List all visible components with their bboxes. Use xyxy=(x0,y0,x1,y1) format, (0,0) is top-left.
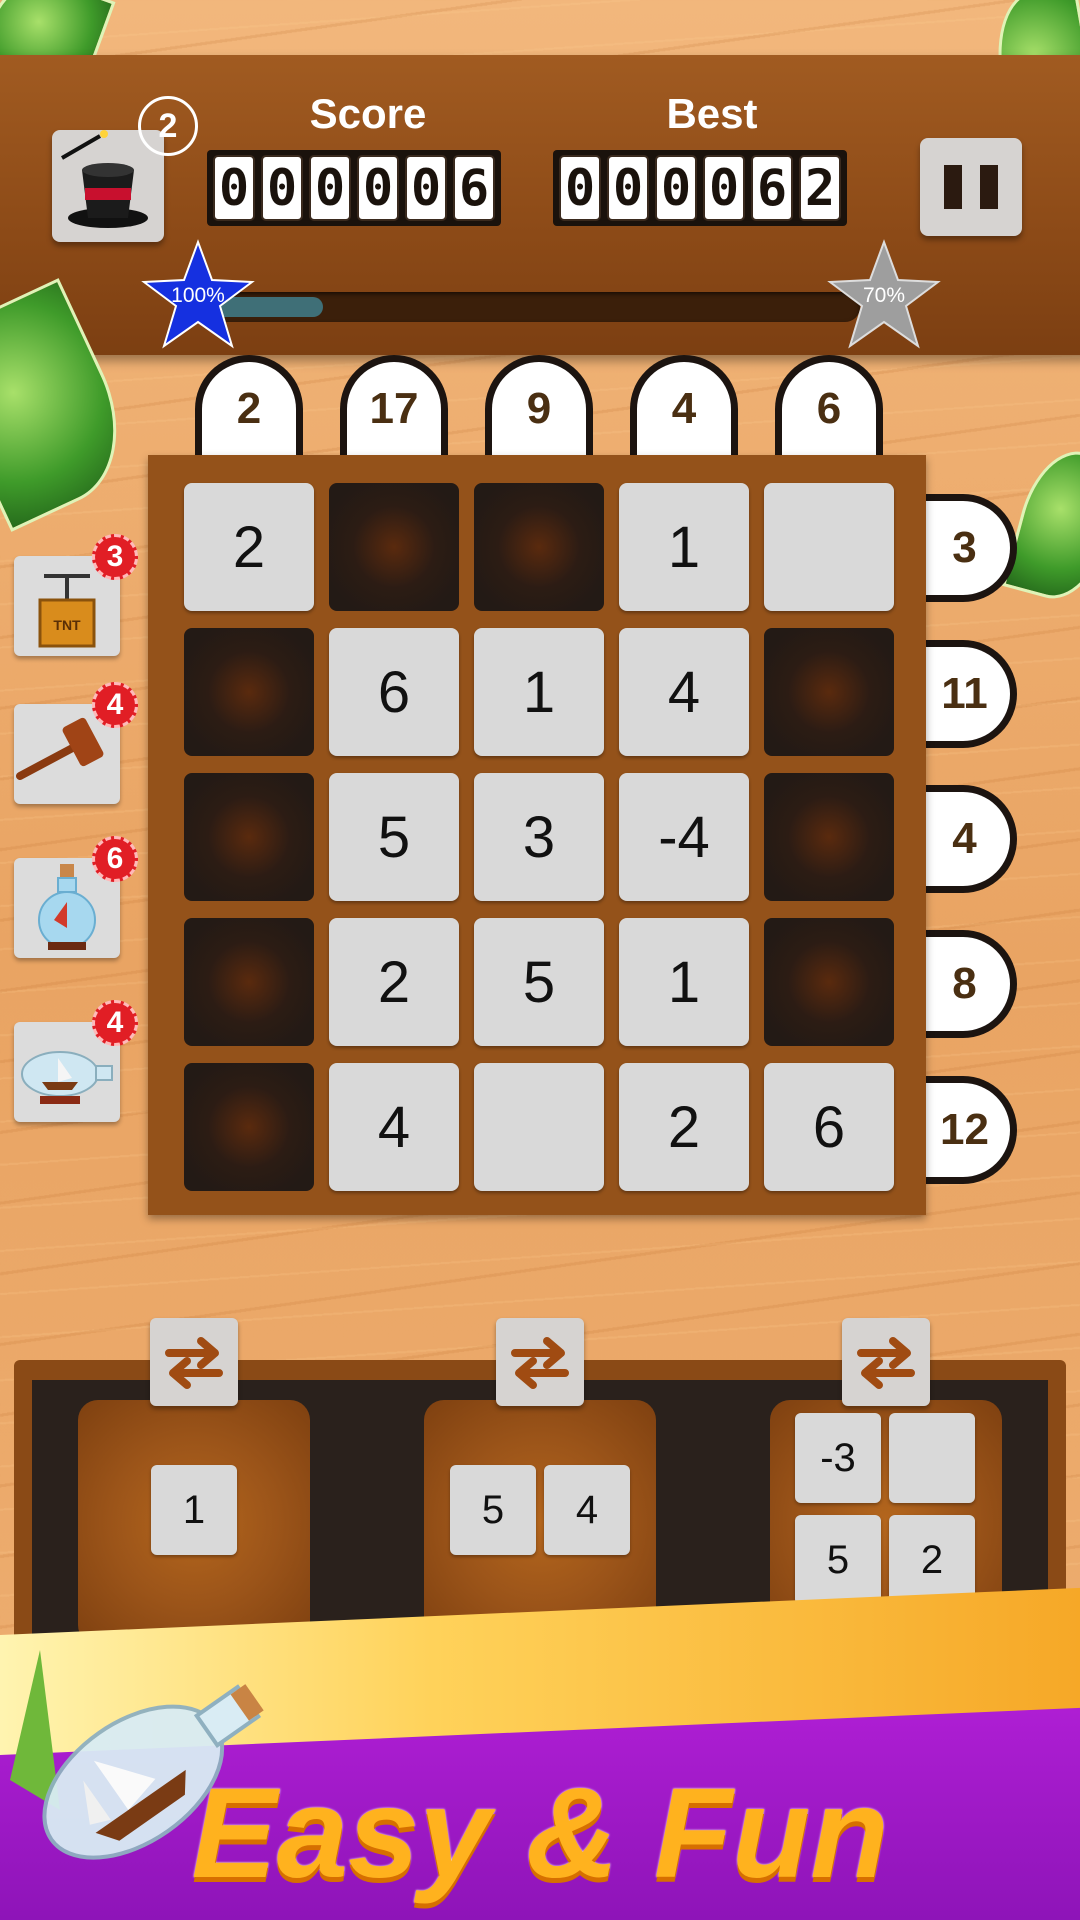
star-right-label: 70% xyxy=(862,284,906,307)
column-clue: 4 xyxy=(630,355,738,465)
piece-tile[interactable]: 5 xyxy=(795,1515,881,1605)
column-clue: 6 xyxy=(775,355,883,465)
swap-arrows-icon xyxy=(857,1337,915,1389)
swap-arrows-icon xyxy=(511,1337,569,1389)
swap-button[interactable] xyxy=(842,1318,930,1406)
board-cell-filled[interactable]: 2 xyxy=(184,483,314,611)
board-cell-filled[interactable] xyxy=(764,483,894,611)
board-cell-filled[interactable]: 2 xyxy=(619,1063,749,1191)
best-digit: 0 xyxy=(559,155,601,221)
powerup-count-badge: 4 xyxy=(92,1000,138,1046)
board-cell-empty[interactable] xyxy=(329,483,459,611)
column-clue: 2 xyxy=(195,355,303,465)
board-cell-filled[interactable]: 1 xyxy=(619,483,749,611)
board-cell-filled[interactable]: 4 xyxy=(619,628,749,756)
score-display: 0 0 0 0 0 6 xyxy=(207,150,501,226)
piece-tile[interactable]: -3 xyxy=(795,1413,881,1503)
swap-button[interactable] xyxy=(150,1318,238,1406)
powerup-potion[interactable]: 6 xyxy=(14,836,138,958)
best-digit: 0 xyxy=(607,155,649,221)
board-cell-filled[interactable]: 6 xyxy=(329,628,459,756)
swap-arrows-icon xyxy=(165,1337,223,1389)
hint-count-bulb: 2 xyxy=(138,96,198,156)
board-cell-empty[interactable] xyxy=(764,628,894,756)
board-cell-filled[interactable]: 1 xyxy=(474,628,604,756)
piece-tile[interactable]: 4 xyxy=(544,1465,630,1555)
board-cell-filled[interactable]: 5 xyxy=(329,773,459,901)
score-digit: 0 xyxy=(405,155,447,221)
tnt-label: TNT xyxy=(53,617,81,633)
score-digit: 6 xyxy=(453,155,495,221)
powerup-hammer[interactable]: 4 xyxy=(14,682,138,804)
board-cell-filled[interactable]: 1 xyxy=(619,918,749,1046)
best-digit: 6 xyxy=(751,155,793,221)
powerup-tnt[interactable]: TNT 3 xyxy=(14,534,138,656)
board-cell-filled[interactable]: 4 xyxy=(329,1063,459,1191)
piece-tile[interactable] xyxy=(889,1413,975,1503)
pause-icon xyxy=(944,165,998,209)
progress-bar xyxy=(210,292,860,322)
board-cell-filled[interactable]: -4 xyxy=(619,773,749,901)
piece-tile[interactable]: 1 xyxy=(151,1465,237,1555)
score-digit: 0 xyxy=(261,155,303,221)
progress-star-right: 70% xyxy=(824,236,944,356)
hint-count: 2 xyxy=(158,106,178,145)
board-cell-filled[interactable]: 2 xyxy=(329,918,459,1046)
board-cell-empty[interactable] xyxy=(474,483,604,611)
board-cell-filled[interactable]: 6 xyxy=(764,1063,894,1191)
leaf-decoration xyxy=(1002,440,1080,610)
best-digit: 0 xyxy=(655,155,697,221)
column-clue: 9 xyxy=(485,355,593,465)
piece-tile[interactable]: 2 xyxy=(889,1515,975,1605)
best-digit: 2 xyxy=(799,155,841,221)
column-clue: 17 xyxy=(340,355,448,465)
ship-bottle-decoration xyxy=(10,1650,264,1860)
progress-star-left: 100% xyxy=(138,236,258,356)
board-cell-empty[interactable] xyxy=(764,773,894,901)
board-cell-filled[interactable]: 5 xyxy=(474,918,604,1046)
score-label: Score xyxy=(309,90,427,137)
best-label: Best xyxy=(666,90,758,137)
board-cell-filled[interactable]: 3 xyxy=(474,773,604,901)
powerup-count-badge: 6 xyxy=(92,836,138,882)
board-cell-empty[interactable] xyxy=(184,918,314,1046)
board-cell-empty[interactable] xyxy=(184,628,314,756)
score-digit: 0 xyxy=(213,155,255,221)
star-left-label: 100% xyxy=(171,284,225,307)
board-cell-empty[interactable] xyxy=(184,773,314,901)
powerup-count-badge: 4 xyxy=(92,682,138,728)
powerup-ship-bottle[interactable]: 4 xyxy=(14,1000,138,1122)
best-display: 0 0 0 0 6 2 xyxy=(553,150,847,226)
board-cell-filled[interactable] xyxy=(474,1063,604,1191)
board-cell-empty[interactable] xyxy=(764,918,894,1046)
score-digit: 0 xyxy=(357,155,399,221)
piece-tile[interactable]: 5 xyxy=(450,1465,536,1555)
swap-button[interactable] xyxy=(496,1318,584,1406)
score-digit: 0 xyxy=(309,155,351,221)
powerup-count-badge: 3 xyxy=(92,534,138,580)
best-digit: 0 xyxy=(703,155,745,221)
pause-button[interactable] xyxy=(920,138,1022,236)
board-cell-empty[interactable] xyxy=(184,1063,314,1191)
